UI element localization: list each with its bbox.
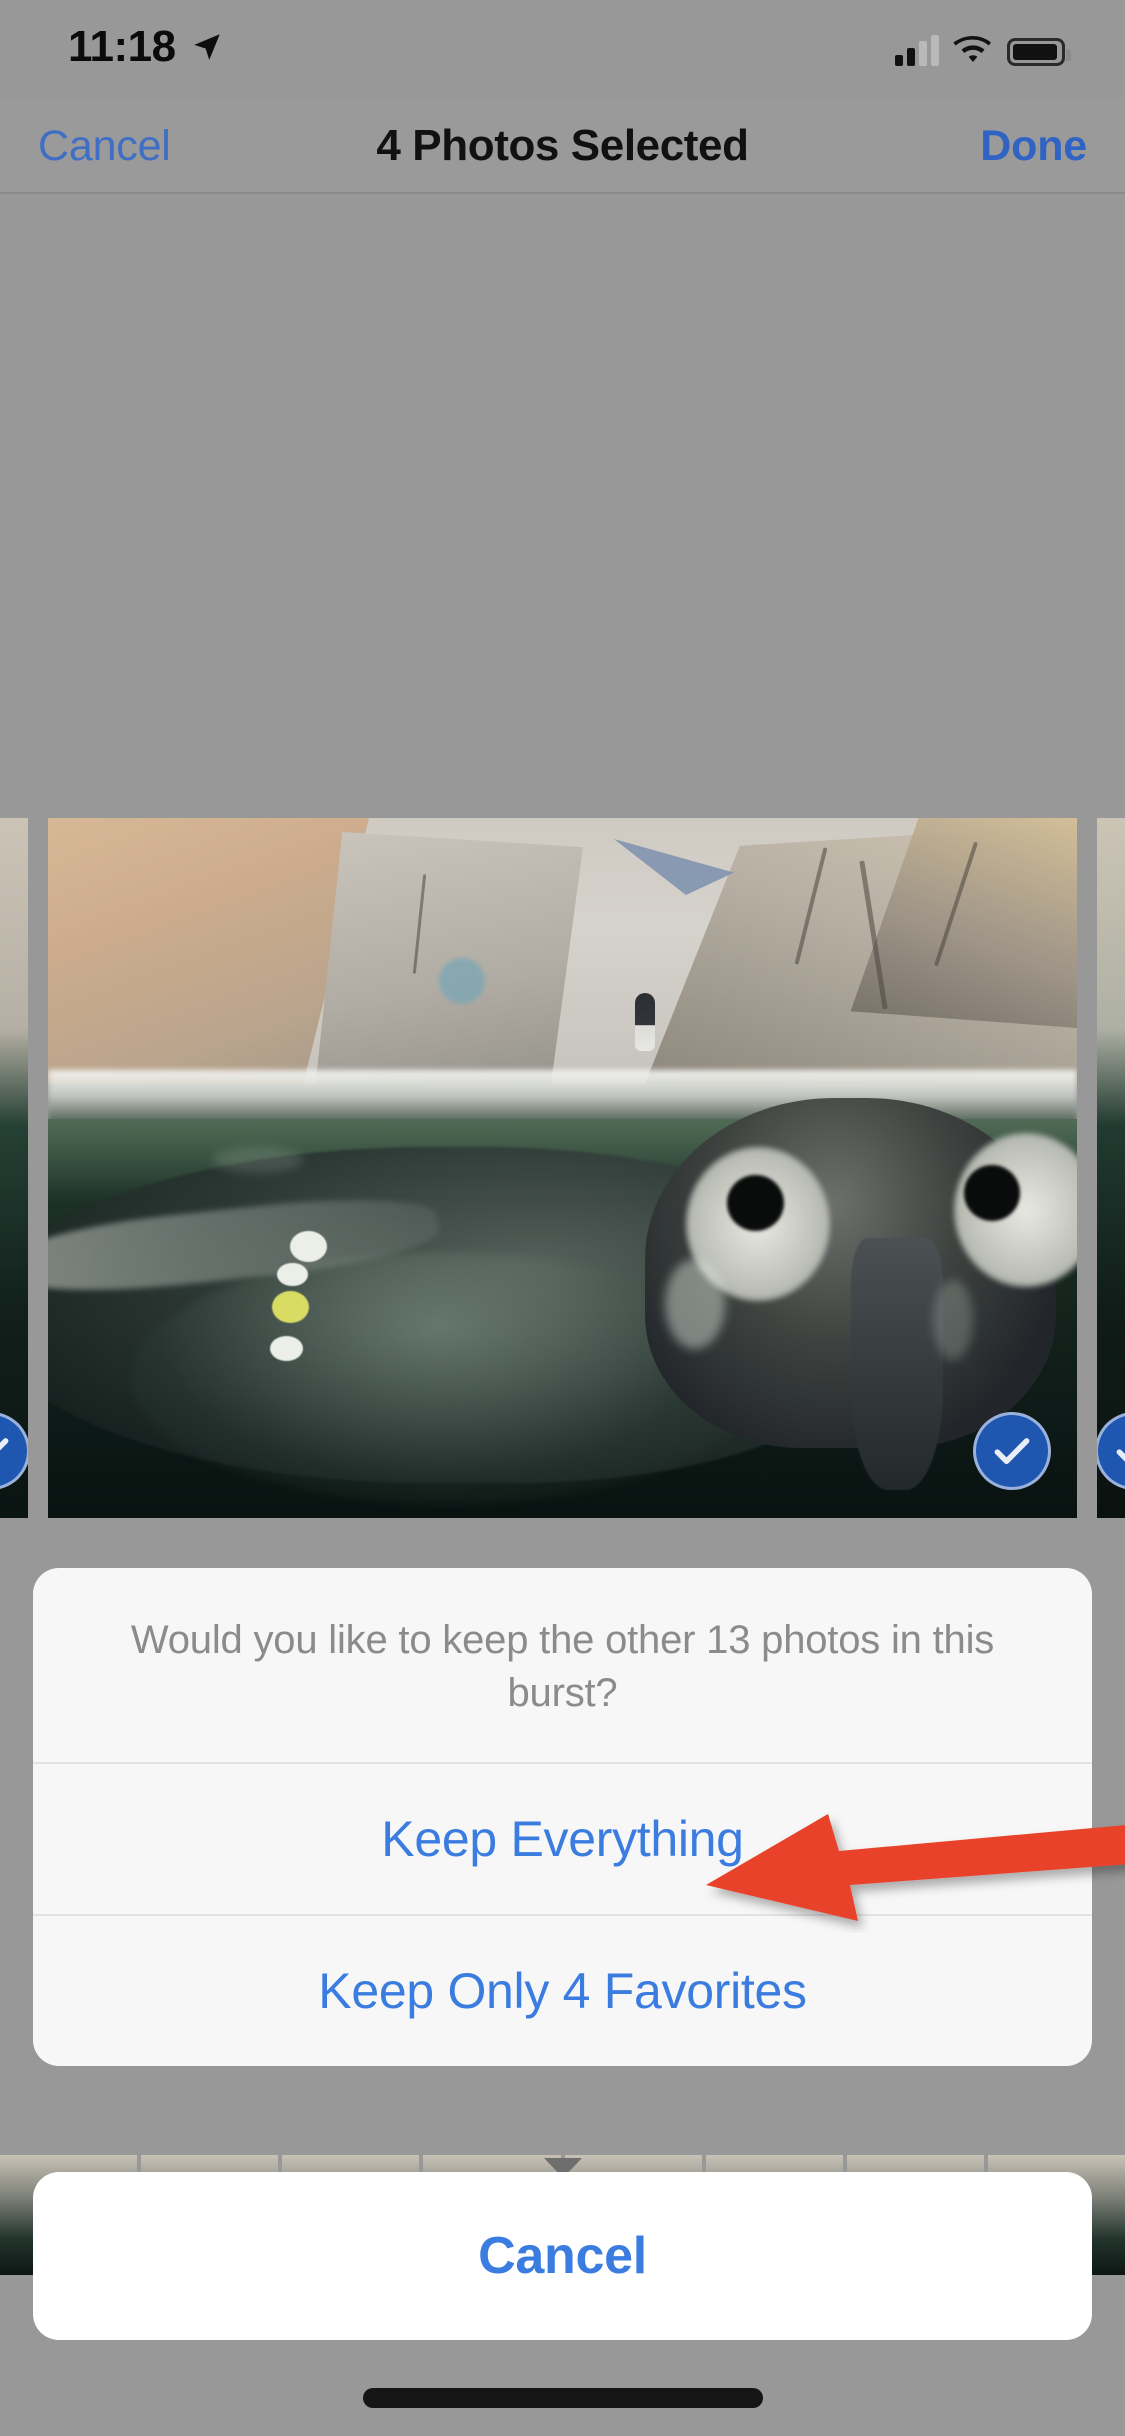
burst-photo-next[interactable] [1097, 818, 1125, 1518]
photo-gap-left [28, 818, 48, 1518]
status-indicators [895, 24, 1071, 66]
status-time: 11:18 [68, 22, 176, 71]
signal-bars-icon [895, 35, 939, 66]
status-bar: 11:18 [0, 0, 1125, 98]
action-sheet: Would you like to keep the other 13 phot… [33, 1568, 1092, 2066]
navigation-bar: Cancel 4 Photos Selected Done [0, 98, 1125, 194]
location-arrow-icon [194, 34, 220, 60]
action-sheet-cancel-button[interactable]: Cancel [33, 2172, 1092, 2340]
battery-icon [1007, 38, 1071, 66]
keep-only-favorites-button[interactable]: Keep Only 4 Favorites [33, 1913, 1092, 2066]
burst-photo-current-image [48, 818, 1077, 1518]
iphone-screen: 11:18 Cancel 4 Photos Selected Done Woul… [0, 0, 1125, 2436]
burst-photo-previous[interactable] [0, 818, 28, 1518]
keep-everything-button[interactable]: Keep Everything [33, 1761, 1092, 1914]
home-indicator[interactable] [362, 2388, 763, 2408]
burst-photo-strip[interactable] [0, 818, 1125, 1518]
burst-photo-previous-image [0, 818, 28, 1518]
photo-gap-right [1077, 818, 1097, 1518]
checkmark-circle-icon[interactable] [973, 1412, 1051, 1490]
action-sheet-message: Would you like to keep the other 13 phot… [130, 1618, 995, 1715]
burst-photo-current[interactable] [48, 818, 1077, 1518]
page-title: 4 Photos Selected [376, 121, 749, 170]
nav-done-button[interactable]: Done [980, 98, 1087, 194]
wifi-icon [953, 36, 991, 62]
